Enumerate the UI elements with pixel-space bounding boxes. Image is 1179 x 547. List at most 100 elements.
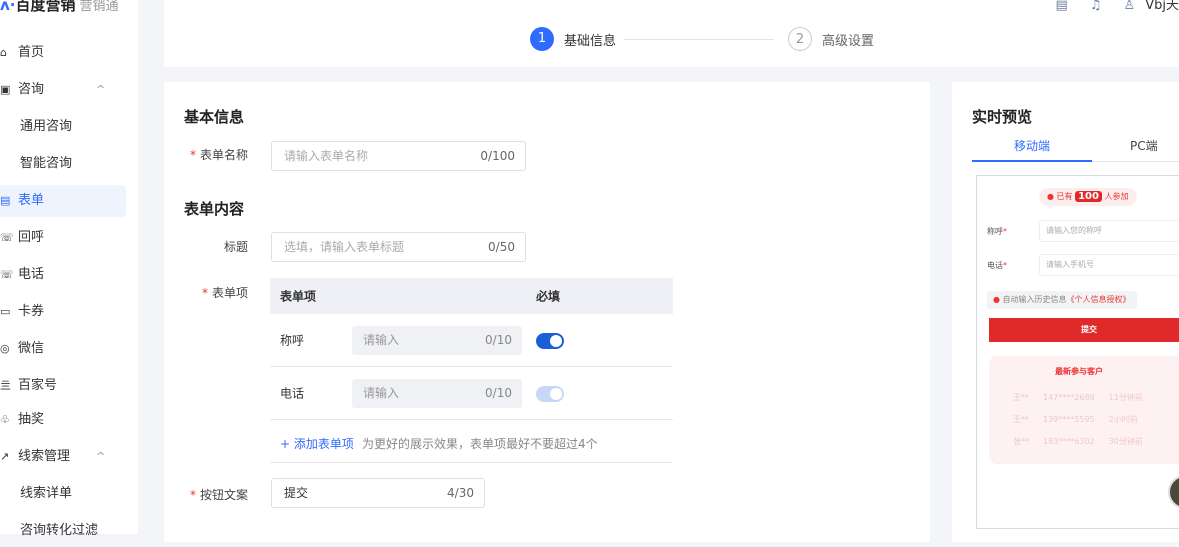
logo: ᴧ·百度营销 营销通 — [0, 0, 119, 15]
sidebar-item[interactable]: 亖百家号 — [0, 370, 126, 402]
preview-phone-input: 请输入手机号 — [1039, 254, 1179, 276]
step-1[interactable]: 1 基础信息 — [530, 27, 616, 51]
button-text-label: * 按钮文案 — [189, 488, 248, 502]
col-required: 必填 — [536, 289, 561, 304]
nav-icon: ⌂ — [0, 46, 7, 59]
sidebar-item-label: 卡券 — [18, 304, 45, 319]
sidebar-item[interactable]: 通用咨询 — [0, 111, 126, 143]
preview-field-label: 电话* — [987, 261, 1007, 270]
nav-icon: ♧ — [0, 413, 10, 426]
nav-icon: ▣ — [0, 83, 11, 96]
chevron-up-icon[interactable]: ^ — [96, 441, 105, 473]
recent-customers: 最新参与客户 王** 147****2689 11分钟前 王** 139****559… — [989, 356, 1179, 464]
user-name[interactable]: Vbj天 — [1145, 0, 1179, 13]
sidebar-item[interactable]: ♧ 抽奖 — [0, 404, 126, 436]
tab-indicator — [972, 160, 1092, 162]
nav-icon: ◎ — [0, 342, 10, 355]
sidebar-item[interactable]: ☏ 电话 — [0, 259, 126, 291]
form-items-table: 表单项 必填 称呼 请输入 0/10 电话 请输入 0/10 + 添加表单项 为更好的展示效… — [270, 278, 673, 463]
required-toggle-disabled — [536, 386, 564, 402]
sidebar-item-label: 抽奖 — [18, 412, 45, 427]
sidebar-item-label: 回呼 — [18, 230, 45, 245]
preview-name-input: 请输入您的称呼 — [1039, 220, 1179, 242]
check-icon: ● — [993, 295, 1000, 304]
table-header: 表单项 必填 — [270, 278, 673, 314]
nav-icon: ☏ — [0, 268, 14, 281]
sidebar-item-label: 百家号 — [18, 378, 58, 393]
recent-row: 王** 139****5595 2小时前 — [1013, 415, 1138, 424]
sidebar-item[interactable]: ▤ 表单 — [0, 185, 126, 217]
brand-name: 百度营销 — [15, 0, 76, 14]
recent-row: 王** 147****2689 11分钟前 — [1013, 393, 1143, 402]
step-number: 2 — [788, 27, 812, 51]
sidebar-item-label: 线索详单 — [20, 486, 73, 501]
section-form-content: 表单内容 — [184, 200, 245, 218]
title-label: 标题 — [223, 240, 248, 254]
nav-icon: ▤ — [0, 194, 11, 207]
preview-title: 实时预览 — [972, 108, 1033, 126]
sidebar-item[interactable]: 线索详单 — [0, 478, 126, 510]
sidebar-item-label: 线索管理 — [18, 449, 71, 464]
recent-title: 最新参与客户 — [1055, 367, 1103, 376]
item-placeholder-input[interactable]: 请输入 0/10 — [352, 379, 522, 408]
nav-icon: ☏ — [0, 231, 14, 244]
table-row: 称呼 请输入 0/10 — [270, 314, 673, 367]
table-row: 电话 请输入 0/10 — [270, 367, 673, 420]
doc-icon[interactable]: ▤ — [1055, 0, 1067, 13]
char-count: 0/100 — [480, 149, 515, 163]
fire-icon: ● — [1047, 192, 1054, 201]
form-name-label: * 表单名称 — [189, 148, 248, 162]
tab-mobile[interactable]: 移动端 — [1014, 137, 1050, 154]
step-label: 基础信息 — [564, 33, 617, 49]
char-count: 4/30 — [447, 486, 474, 500]
sidebar-item-label: 微信 — [18, 341, 45, 356]
step-divider — [624, 39, 774, 40]
preview-submit-button: 提交 — [989, 318, 1179, 342]
auto-fill-checkbox: ● 自动输入历史信息《个人信息授权》 — [987, 291, 1137, 309]
mobile-preview: ● 已有 100 人参加 称呼* 请输入您的称呼 电话* 请输入手机号 ● 自动… — [976, 175, 1179, 529]
bell-icon[interactable]: ♫ — [1090, 0, 1102, 13]
form-name-input[interactable]: 请输入表单名称 0/100 — [271, 141, 526, 171]
nav-icon: 亖 — [0, 379, 11, 392]
add-item-button[interactable]: + 添加表单项 — [280, 435, 354, 452]
sidebar-item[interactable]: ↗ 线索管理 ^ — [0, 441, 126, 473]
sidebar: ᴧ·百度营销 营销通 ⌂ 首页 ▣ 咨询 ^ 通用咨询智能咨询 ▤ 表单 ☏ 回呼 ☏ 电话 ▭ 卡券 ◎ 微信… — [0, 0, 138, 538]
top-actions: ▤ ♫ ♙ Vbj天 — [1033, 0, 1179, 13]
sidebar-item-label: 咨询转化过滤 — [20, 523, 99, 538]
brand-product: 营销通 — [79, 0, 119, 14]
title-input[interactable]: 选填，请输入表单标题 0/50 — [271, 232, 526, 262]
add-row: + 添加表单项 为更好的展示效果，表单项最好不要超过4个 — [270, 420, 673, 463]
required-toggle[interactable] — [536, 333, 564, 349]
sidebar-item-label: 电话 — [18, 267, 45, 282]
participants-badge: ● 已有 100 人参加 — [1039, 188, 1137, 206]
char-count: 0/50 — [488, 240, 515, 254]
button-text-input[interactable]: 提交 4/30 — [271, 478, 485, 508]
sidebar-item[interactable]: ☏ 回呼 — [0, 222, 126, 254]
section-basic-info: 基本信息 — [184, 108, 245, 126]
item-placeholder-input[interactable]: 请输入 0/10 — [352, 326, 522, 355]
sidebar-item-label: 表单 — [18, 193, 45, 208]
add-hint: 为更好的展示效果，表单项最好不要超过4个 — [362, 437, 598, 451]
step-2[interactable]: 2 高级设置 — [788, 27, 874, 51]
sidebar-item[interactable]: 咨询转化过滤 — [0, 515, 126, 547]
sidebar-item[interactable]: ⌂ 首页 — [0, 37, 126, 69]
chevron-up-icon[interactable]: ^ — [96, 74, 105, 106]
sidebar-item[interactable]: ◎ 微信 — [0, 333, 126, 365]
item-name: 称呼 — [280, 333, 305, 348]
item-name: 电话 — [280, 386, 305, 401]
form-card: 基本信息 * 表单名称 请输入表单名称 0/100 表单内容 标题 选填，请输入表单… — [164, 82, 930, 542]
sidebar-item[interactable]: 智能咨询 — [0, 148, 126, 180]
col-item: 表单项 — [280, 289, 317, 304]
logo-icon: ᴧ· — [0, 0, 16, 14]
recent-row: 张** 183****6302 30分钟前 — [1013, 437, 1143, 446]
tab-pc[interactable]: PC端 — [1130, 137, 1158, 154]
nav-icon: ↗ — [0, 450, 10, 463]
sidebar-item-label: 智能咨询 — [20, 156, 73, 171]
sidebar-item-label: 咨询 — [18, 82, 45, 97]
items-label: * 表单项 — [201, 286, 248, 300]
sidebar-item[interactable]: ▭ 卡券 — [0, 296, 126, 328]
step-number: 1 — [530, 27, 554, 51]
sidebar-item[interactable]: ▣ 咨询 ^ — [0, 74, 126, 106]
step-label: 高级设置 — [822, 33, 875, 49]
user-icon[interactable]: ♙ — [1123, 0, 1135, 13]
